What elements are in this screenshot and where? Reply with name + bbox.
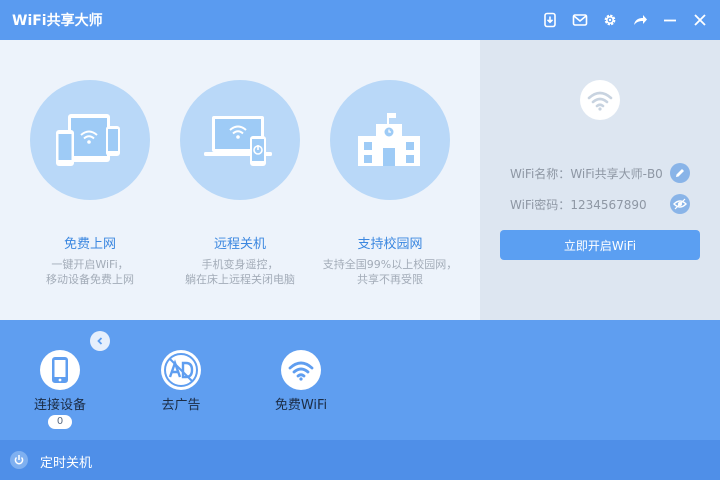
wifi-logo <box>580 80 620 120</box>
close-icon <box>694 14 706 26</box>
feature-desc-line2: 躺在床上远程关闭电脑 <box>185 273 295 286</box>
scheduled-shutdown-label[interactable]: 定时关机 <box>40 452 92 471</box>
tool-label: 去广告 <box>161 398 201 413</box>
toggle-password-visibility-button[interactable] <box>670 194 690 214</box>
feature-desc-line1: 手机变身遥控， <box>201 258 279 271</box>
feature-title: 免费上网 <box>63 237 116 252</box>
wifi-password-row: WiFi密码：1234567890 <box>510 196 647 213</box>
title-bar: WiFi共享大师 <box>0 0 720 40</box>
close-button[interactable] <box>690 10 710 30</box>
feature-title: 远程关机 <box>213 237 266 252</box>
share-button[interactable] <box>630 10 650 30</box>
app-title: WiFi共享大师 <box>12 13 103 29</box>
collapse-button[interactable] <box>90 331 110 351</box>
feature-icon-circle <box>30 80 150 200</box>
tool-remove-ads[interactable]: 去广告 <box>136 350 226 413</box>
mail-button[interactable] <box>570 10 590 30</box>
feature-campus-network: 支持校园网 支持全国99%以上校园网， 共享不再受限 <box>315 80 465 287</box>
mail-icon <box>572 14 588 26</box>
download-button[interactable] <box>540 10 560 30</box>
gear-icon <box>604 14 616 26</box>
wifi-name-value: WiFi共享大师-B0 <box>570 167 663 181</box>
feature-icon-circle <box>330 80 450 200</box>
campus-icon <box>358 113 420 166</box>
share-icon <box>634 15 647 25</box>
tool-icon-circle <box>281 350 321 390</box>
pencil-icon <box>676 169 684 177</box>
wifi-icon <box>587 91 613 111</box>
tool-icon-circle <box>40 350 80 390</box>
minimize-icon <box>664 19 676 22</box>
wifi-name-row: WiFi名称：WiFi共享大师-B0 <box>510 165 663 182</box>
edit-wifi-name-button[interactable] <box>670 163 690 183</box>
wifi-password-label: WiFi密码： <box>510 198 571 212</box>
footer-bar: 定时关机 <box>0 440 720 480</box>
wifi-info-panel: WiFi名称：WiFi共享大师-B0 WiFi密码：1234567890 立即开… <box>480 40 720 320</box>
tools-panel: 连接设备 0 去广告 免费WiFi <box>0 320 720 440</box>
tool-label: 免费WiFi <box>274 398 328 413</box>
devices-icon <box>56 114 120 166</box>
wifi-icon <box>288 361 314 381</box>
feature-icon-circle <box>180 80 300 200</box>
tool-free-wifi[interactable]: 免费WiFi <box>256 350 346 413</box>
features-panel: 免费上网 一键开启WiFi， 移动设备免费上网 远程关机 手机变身遥控， 躺在床… <box>0 40 480 320</box>
wifi-password-value: 1234567890 <box>570 198 647 212</box>
feature-desc-line1: 一键开启WiFi， <box>51 258 129 271</box>
scheduled-shutdown-toggle[interactable] <box>10 451 28 469</box>
minimize-button[interactable] <box>660 10 680 30</box>
feature-desc-line2: 共享不再受限 <box>357 273 423 286</box>
feature-free-internet: 免费上网 一键开启WiFi， 移动设备免费上网 <box>15 80 165 287</box>
feature-remote-shutdown: 远程关机 手机变身遥控， 躺在床上远程关闭电脑 <box>165 80 315 287</box>
wifi-name-label: WiFi名称： <box>510 167 571 181</box>
device-count-badge: 0 <box>48 415 72 429</box>
chevron-left-icon <box>97 337 103 345</box>
remote-shutdown-icon <box>204 116 272 166</box>
eye-icon <box>673 198 687 210</box>
feature-desc-line2: 移动设备免费上网 <box>46 273 134 286</box>
phone-icon <box>52 357 68 383</box>
settings-button[interactable] <box>600 10 620 30</box>
tool-connected-devices[interactable]: 连接设备 0 <box>15 350 105 429</box>
download-icon <box>544 12 556 28</box>
tool-label: 连接设备 <box>33 398 86 413</box>
feature-desc-line1: 支持全国99%以上校园网， <box>322 258 458 271</box>
tool-icon-circle <box>161 350 201 390</box>
feature-title: 支持校园网 <box>357 237 423 252</box>
power-icon <box>14 455 24 465</box>
open-wifi-button[interactable]: 立即开启WiFi <box>500 230 700 260</box>
no-ad-icon <box>164 353 198 387</box>
